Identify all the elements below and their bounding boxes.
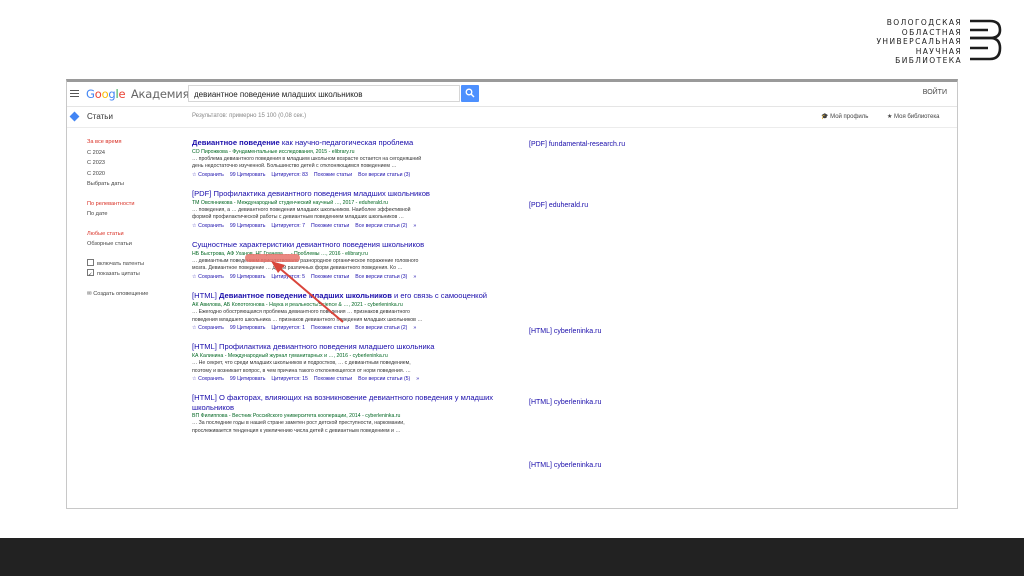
slide-footer-bar (0, 538, 1024, 576)
pointer-arrow-icon (271, 261, 344, 323)
logo-line: ВОЛОГОДСКАЯ (886, 18, 962, 27)
logo-line: ОБЛАСТНАЯ (901, 27, 962, 37)
scholar-screenshot: Google Академия девиантное поведение мла… (66, 79, 958, 509)
library-logo: ВОЛОГОДСКАЯ ОБЛАСТНАЯ УНИВЕРСАЛЬНАЯ НАУЧ… (876, 18, 1002, 66)
library-logo-icon (970, 19, 1002, 61)
logo-line: БИБЛИОТЕКА (895, 56, 962, 66)
logo-line: УНИВЕРСАЛЬНАЯ (876, 37, 962, 47)
logo-line: НАУЧНАЯ (915, 46, 962, 56)
library-logo-text: ВОЛОГОДСКАЯ ОБЛАСТНАЯ УНИВЕРСАЛЬНАЯ НАУЧ… (876, 18, 962, 66)
